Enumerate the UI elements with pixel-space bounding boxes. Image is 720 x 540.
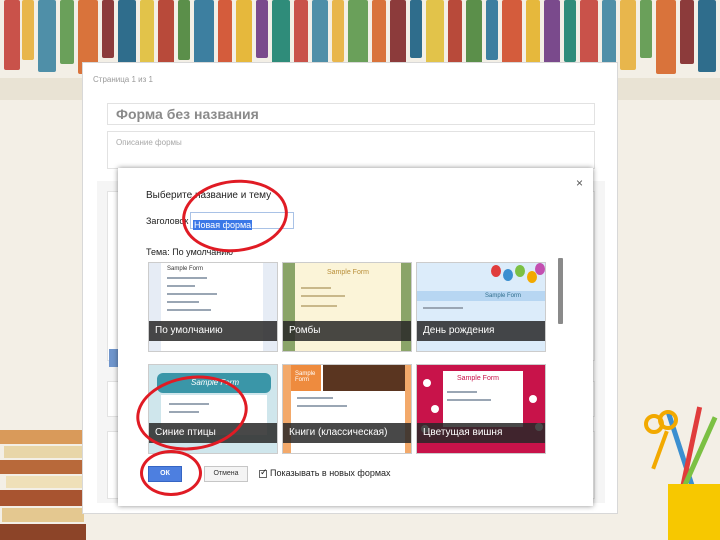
theme-tile-label: Книги (классическая)	[283, 423, 411, 443]
theme-sample-title: Sample Form	[485, 293, 522, 299]
theme-tile-label: Синие птицы	[149, 423, 277, 443]
theme-sample-title: Sample Form	[457, 375, 500, 382]
theme-tile-label: Цветущая вишня	[417, 423, 545, 443]
ok-button[interactable]: ОК	[148, 466, 182, 482]
form-description-field[interactable]: Описание формы	[107, 131, 595, 169]
theme-dialog: × Выберите название и тему Заголовок Нов…	[118, 168, 593, 506]
theme-sample-title: Sample Form	[295, 371, 316, 383]
theme-scrollbar[interactable]	[558, 258, 563, 324]
dialog-title: Выберите название и тему	[146, 190, 272, 201]
page-indicator: Страница 1 из 1	[93, 75, 153, 84]
theme-tile-label: По умолчанию	[149, 321, 277, 341]
theme-sample-title: Sample Form	[327, 269, 370, 276]
theme-tile-birthday[interactable]: Sample Form День рождения	[416, 262, 546, 352]
theme-tile-books-classic[interactable]: Sample Form Книги (классическая)	[282, 364, 412, 454]
heading-input-value: Новая форма	[193, 220, 253, 230]
theme-sample-title: Sample Form	[191, 378, 240, 387]
show-in-new-forms-label: Показывать в новых формах	[270, 468, 391, 478]
book-stack-decoration	[0, 430, 86, 540]
heading-input[interactable]: Новая форма	[190, 212, 294, 230]
theme-tile-label: День рождения	[417, 321, 545, 341]
pencil-cup-decoration	[644, 406, 720, 540]
show-in-new-forms-checkbox[interactable]: ✓	[259, 467, 268, 478]
theme-tile-cherry-blossom[interactable]: Sample Form Цветущая вишня	[416, 364, 546, 454]
heading-label: Заголовок	[146, 216, 189, 226]
cancel-button[interactable]: Отмена	[204, 466, 248, 482]
theme-tile-rhombs[interactable]: Sample Form Ромбы	[282, 262, 412, 352]
theme-tile-blue-birds[interactable]: Sample Form Синие птицы	[148, 364, 278, 454]
close-icon[interactable]: ×	[576, 176, 583, 190]
theme-tile-default[interactable]: Sample Form По умолчанию	[148, 262, 278, 352]
form-title-field[interactable]: Форма без названия	[107, 103, 595, 125]
theme-tile-label: Ромбы	[283, 321, 411, 341]
theme-sample-title: Sample Form	[167, 266, 204, 272]
checkmark-icon: ✓	[260, 467, 268, 477]
theme-label: Тема: По умолчанию	[146, 247, 234, 257]
